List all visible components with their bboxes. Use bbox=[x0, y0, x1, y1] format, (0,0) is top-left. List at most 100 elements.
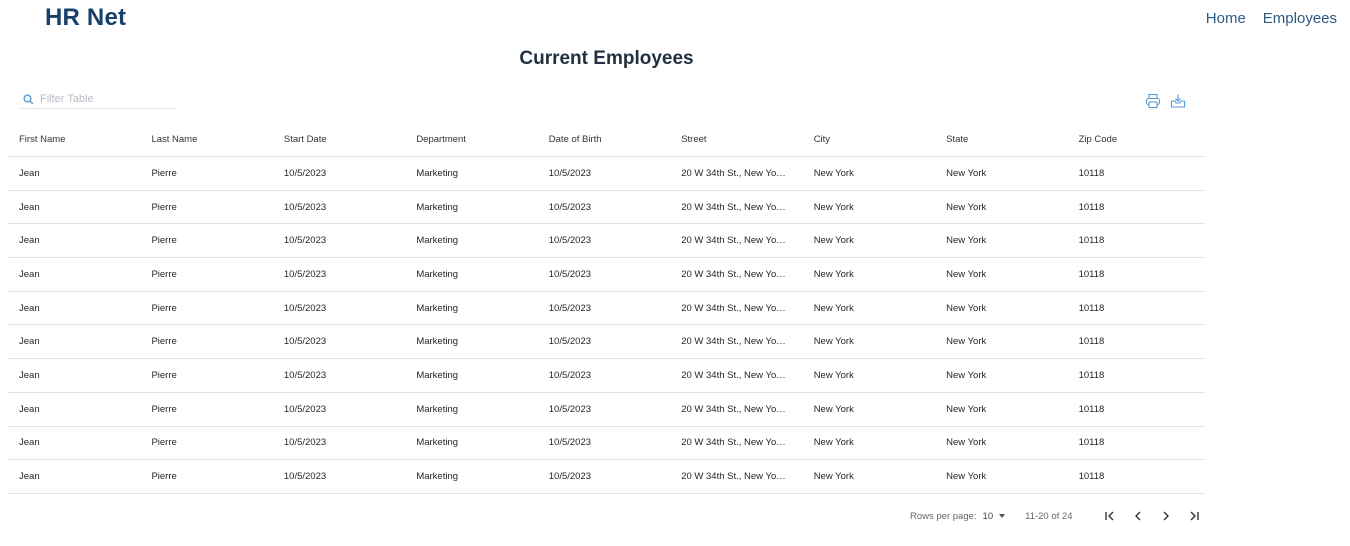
cell-first-name: Jean bbox=[19, 336, 40, 348]
cell-city: New York bbox=[813, 268, 854, 280]
filter-input[interactable] bbox=[40, 93, 165, 105]
cell-last-name: Pierre bbox=[151, 167, 177, 179]
column-header-last-name[interactable]: Last Name bbox=[140, 134, 272, 145]
search-icon bbox=[23, 94, 34, 105]
cell-street: 20 W 34th St., New York, ... bbox=[681, 403, 798, 415]
cell-city: New York bbox=[813, 369, 854, 381]
cell-street: 20 W 34th St., New York, ... bbox=[681, 336, 798, 348]
cell-date-of-birth: 10/5/2023 bbox=[548, 302, 592, 314]
cell-zip-code: 10118 bbox=[1078, 471, 1105, 483]
table-row[interactable]: Jean Pierre 10/5/2023 Marketing 10/5/2023 20 … bbox=[8, 325, 1205, 360]
next-page-icon bbox=[1163, 511, 1169, 521]
table-row[interactable]: Jean Pierre 10/5/2023 Marketing 10/5/2023 20 … bbox=[8, 427, 1205, 461]
cell-state: New York bbox=[946, 268, 987, 280]
next-page-button[interactable] bbox=[1152, 508, 1180, 524]
cell-street: 20 W 34th St., New York, ... bbox=[681, 167, 798, 179]
cell-date-of-birth: 10/5/2023 bbox=[548, 201, 592, 213]
cell-state: New York bbox=[946, 235, 987, 247]
last-page-button[interactable] bbox=[1180, 508, 1208, 524]
cell-zip-code: 10118 bbox=[1078, 167, 1105, 179]
table-body: Jean Pierre 10/5/2023 Marketing 10/5/2023 20 … bbox=[8, 157, 1205, 494]
cell-last-name: Pierre bbox=[151, 336, 177, 348]
cell-city: New York bbox=[813, 235, 854, 247]
table-row[interactable]: Jean Pierre 10/5/2023 Marketing 10/5/2023 20 … bbox=[8, 460, 1205, 494]
cell-start-date: 10/5/2023 bbox=[283, 437, 327, 449]
cell-date-of-birth: 10/5/2023 bbox=[548, 336, 592, 348]
table-row[interactable]: Jean Pierre 10/5/2023 Marketing 10/5/2023 20 … bbox=[8, 191, 1205, 225]
cell-first-name: Jean bbox=[19, 437, 40, 449]
column-header-state[interactable]: State bbox=[935, 134, 1067, 145]
cell-first-name: Jean bbox=[19, 235, 40, 247]
cell-last-name: Pierre bbox=[151, 437, 177, 449]
column-header-first-name[interactable]: First Name bbox=[8, 134, 140, 145]
print-icon[interactable] bbox=[1145, 93, 1161, 109]
table-row[interactable]: Jean Pierre 10/5/2023 Marketing 10/5/2023 20 … bbox=[8, 393, 1205, 427]
cell-state: New York bbox=[946, 201, 987, 213]
table-row[interactable]: Jean Pierre 10/5/2023 Marketing 10/5/2023 20 … bbox=[8, 359, 1205, 393]
page-range: 11-20 of 24 bbox=[1025, 510, 1073, 522]
column-header-date-of-birth[interactable]: Date of Birth bbox=[538, 134, 670, 145]
cell-department: Marketing bbox=[416, 437, 459, 449]
filter-field bbox=[20, 90, 176, 109]
cell-last-name: Pierre bbox=[151, 201, 177, 213]
cell-department: Marketing bbox=[416, 302, 459, 314]
page-title: Current Employees bbox=[519, 48, 694, 69]
cell-zip-code: 10118 bbox=[1078, 403, 1105, 415]
cell-department: Marketing bbox=[416, 471, 459, 483]
cell-city: New York bbox=[813, 437, 854, 449]
cell-date-of-birth: 10/5/2023 bbox=[548, 437, 592, 449]
cell-state: New York bbox=[946, 302, 987, 314]
cell-city: New York bbox=[813, 167, 854, 179]
cell-department: Marketing bbox=[416, 167, 459, 179]
cell-department: Marketing bbox=[416, 369, 459, 381]
table-row[interactable]: Jean Pierre 10/5/2023 Marketing 10/5/2023 20 … bbox=[8, 292, 1205, 326]
rows-per-page-label: Rows per page: bbox=[910, 510, 977, 522]
table-header-row: First Name Last Name Start Date Departme… bbox=[8, 122, 1205, 157]
cell-street: 20 W 34th St., New York, ... bbox=[681, 201, 798, 213]
cell-state: New York bbox=[946, 471, 987, 483]
rows-per-page-select[interactable]: 10 bbox=[983, 511, 1006, 522]
cell-state: New York bbox=[946, 369, 987, 381]
previous-page-button[interactable] bbox=[1124, 508, 1152, 524]
cell-first-name: Jean bbox=[19, 201, 40, 213]
cell-city: New York bbox=[813, 471, 854, 483]
previous-page-icon bbox=[1134, 511, 1140, 521]
table-row[interactable]: Jean Pierre 10/5/2023 Marketing 10/5/2023 20 … bbox=[8, 157, 1205, 191]
brand-logo[interactable]: HR Net bbox=[45, 4, 126, 32]
cell-zip-code: 10118 bbox=[1078, 268, 1105, 280]
cell-date-of-birth: 10/5/2023 bbox=[548, 369, 592, 381]
cell-last-name: Pierre bbox=[151, 235, 177, 247]
caret-down-icon bbox=[999, 514, 1006, 518]
cell-first-name: Jean bbox=[19, 471, 40, 483]
cell-start-date: 10/5/2023 bbox=[283, 471, 327, 483]
column-header-zip-code[interactable]: Zip Code bbox=[1068, 134, 1205, 145]
cell-last-name: Pierre bbox=[151, 369, 177, 381]
first-page-button[interactable] bbox=[1096, 508, 1124, 524]
cell-street: 20 W 34th St., New York, ... bbox=[681, 437, 798, 449]
cell-zip-code: 10118 bbox=[1078, 437, 1105, 449]
column-header-start-date[interactable]: Start Date bbox=[273, 134, 405, 145]
cell-start-date: 10/5/2023 bbox=[283, 167, 327, 179]
cell-date-of-birth: 10/5/2023 bbox=[548, 268, 592, 280]
first-page-icon bbox=[1104, 511, 1113, 521]
column-header-street[interactable]: Street bbox=[670, 134, 803, 145]
cell-street: 20 W 34th St., New York, ... bbox=[681, 302, 798, 314]
column-header-city[interactable]: City bbox=[803, 134, 935, 145]
download-icon[interactable] bbox=[1170, 93, 1186, 109]
cell-first-name: Jean bbox=[19, 302, 40, 314]
cell-start-date: 10/5/2023 bbox=[283, 268, 327, 280]
cell-department: Marketing bbox=[416, 201, 459, 213]
column-header-department[interactable]: Department bbox=[405, 134, 537, 145]
employees-table: First Name Last Name Start Date Departme… bbox=[8, 122, 1205, 494]
cell-first-name: Jean bbox=[19, 403, 40, 415]
nav-employees-link[interactable]: Employees bbox=[1263, 10, 1337, 27]
cell-zip-code: 10118 bbox=[1078, 369, 1105, 381]
nav-home-link[interactable]: Home bbox=[1206, 10, 1246, 27]
cell-start-date: 10/5/2023 bbox=[283, 201, 327, 213]
table-row[interactable]: Jean Pierre 10/5/2023 Marketing 10/5/2023 20 … bbox=[8, 258, 1205, 292]
cell-last-name: Pierre bbox=[151, 471, 177, 483]
cell-date-of-birth: 10/5/2023 bbox=[548, 471, 592, 483]
cell-date-of-birth: 10/5/2023 bbox=[548, 167, 592, 179]
cell-city: New York bbox=[813, 302, 854, 314]
table-row[interactable]: Jean Pierre 10/5/2023 Marketing 10/5/2023 20 … bbox=[8, 224, 1205, 259]
